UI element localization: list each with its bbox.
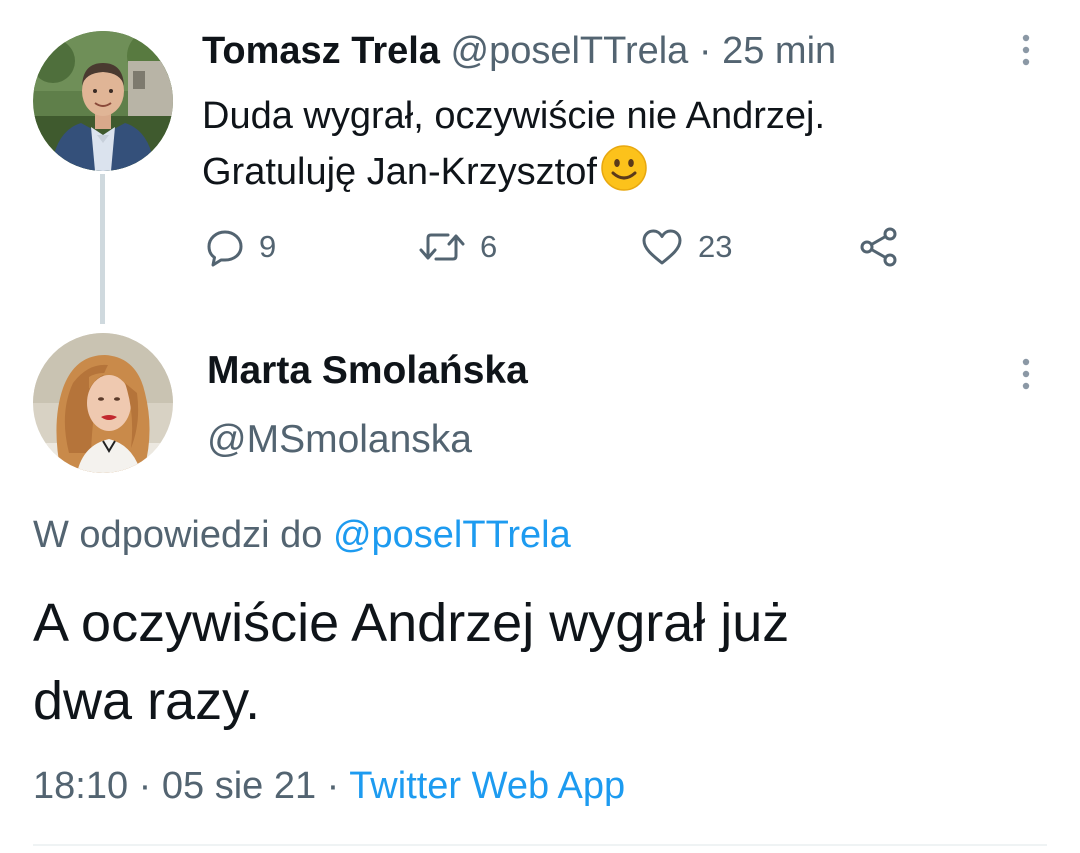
retweet-count: 6 — [480, 229, 498, 264]
reply-icon — [205, 227, 245, 267]
tweet-timestamp[interactable]: 18:10 · 05 sie 21 — [33, 765, 316, 807]
share-icon — [857, 225, 901, 269]
reply-tweet-text-line-1: A oczywiście Andrzej wygrał już — [33, 593, 790, 653]
share-button[interactable] — [857, 222, 901, 272]
author-handle[interactable]: @poselTTrela — [451, 30, 689, 72]
divider — [33, 844, 1047, 846]
reply-count: 9 — [259, 229, 277, 264]
like-button[interactable]: 23 — [640, 222, 732, 272]
tweet-meta: 18:10 · 05 sie 21 · Twitter Web App — [33, 760, 625, 812]
reply-author-handle[interactable]: @MSmolanska — [207, 414, 472, 466]
avatar-marta-smolanska[interactable] — [33, 333, 173, 473]
like-count: 23 — [698, 229, 733, 264]
tweet-source-link[interactable]: Twitter Web App — [349, 765, 625, 807]
replying-to-line: W odpowiedzi do @poselTTrela — [33, 509, 571, 561]
parent-tweet-header: Tomasz Trela @poselTTrela · 25 min — [202, 26, 836, 76]
retweet-button[interactable]: 6 — [418, 222, 497, 272]
tweet-time-ago[interactable]: 25 min — [722, 30, 836, 72]
more-options-icon[interactable] — [1019, 30, 1033, 70]
like-icon — [640, 227, 684, 267]
parent-tweet-text-line-2: Gratuluję Jan-Krzysztof — [202, 144, 1002, 208]
more-options-icon[interactable] — [1019, 354, 1033, 394]
replying-to-handle-link[interactable]: @poselTTrela — [333, 514, 571, 556]
slightly-smiling-face-emoji — [600, 144, 648, 208]
reply-button[interactable]: 9 — [205, 222, 276, 272]
parent-tweet-text: Duda wygrał, oczywiście nie Andrzej. Gra… — [202, 88, 1002, 208]
retweet-icon — [418, 227, 466, 267]
reply-tweet-text-line-2: dwa razy. — [33, 671, 261, 731]
meta-separator: · — [326, 765, 340, 807]
reply-tweet-text: A oczywiście Andrzej wygrał już dwa razy… — [33, 584, 1043, 740]
avatar-tomasz-trela[interactable] — [33, 31, 173, 171]
parent-tweet-text-line-2-words: Gratuluję Jan-Krzysztof — [202, 151, 597, 193]
header-separator: · — [698, 30, 712, 72]
author-name[interactable]: Tomasz Trela — [202, 30, 440, 72]
replying-to-prefix: W odpowiedzi do — [33, 514, 323, 556]
thread-connector-line — [100, 174, 105, 324]
reply-author-name[interactable]: Marta Smolańska — [207, 345, 528, 397]
parent-tweet-text-line-1: Duda wygrał, oczywiście nie Andrzej. — [202, 95, 826, 137]
